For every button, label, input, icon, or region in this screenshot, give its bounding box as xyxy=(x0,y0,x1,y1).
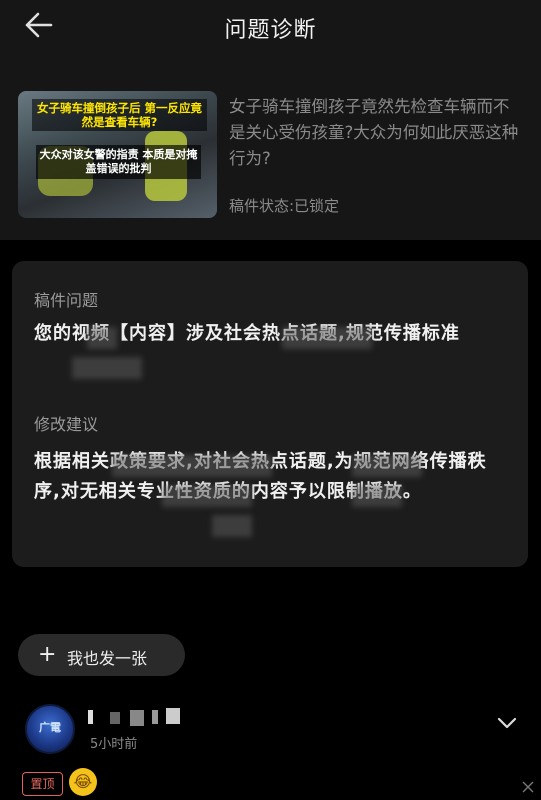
post-also-label: 我也发一张 xyxy=(67,649,148,668)
redaction-blur xyxy=(352,485,402,507)
redaction-blur xyxy=(72,357,142,379)
video-title[interactable]: 女子骑车撞倒孩子竟然先检查车辆而不是关心受伤孩童?大众为何如此厌恶这种行为? xyxy=(229,94,519,172)
thumbnail-caption-bottom: 大众对该女警的指责 本质是对掩盖错误的批判 xyxy=(36,145,201,179)
video-status: 稿件状态:已锁定 xyxy=(229,197,340,215)
redaction-blur xyxy=(112,455,272,477)
thumbnail-caption-top: 女子骑车撞倒孩子后 第一反应竟然是查看车辆? xyxy=(32,99,207,131)
advice-label: 修改建议 xyxy=(34,415,99,434)
redaction-blur xyxy=(352,455,422,477)
page-title: 问题诊断 xyxy=(224,18,317,43)
redaction-blur xyxy=(87,327,117,349)
redaction-blur xyxy=(282,327,372,349)
video-thumbnail[interactable]: 女子骑车撞倒孩子后 第一反应竟然是查看车辆? 大众对该女警的指责 本质是对掩盖错… xyxy=(18,91,217,218)
post-also-button[interactable]: + 我也发一张 xyxy=(18,634,185,676)
redaction-blur xyxy=(212,515,252,537)
corner-mark-icon xyxy=(522,781,534,793)
username-redacted[interactable] xyxy=(88,708,188,726)
top-section: 问题诊断 女子骑车撞倒孩子后 第一反应竟然是查看车辆? 大众对该女警的指责 本质… xyxy=(0,0,541,240)
avatar-text: 广電 xyxy=(39,721,61,734)
redaction-blur xyxy=(162,485,252,507)
plus-icon: + xyxy=(38,642,57,667)
pinned-badge: 置顶 xyxy=(22,772,63,796)
chevron-down-icon[interactable] xyxy=(496,716,518,730)
laughing-emoji-icon: 😂 xyxy=(69,768,97,796)
post-time: 5小时前 xyxy=(90,737,138,752)
avatar[interactable]: 广電 xyxy=(25,704,75,754)
issue-label: 稿件问题 xyxy=(34,291,99,310)
diagnosis-card: 稿件问题 您的视频【内容】涉及社会热点话题,规范传播标准 修改建议 根据相关政策… xyxy=(12,261,528,567)
